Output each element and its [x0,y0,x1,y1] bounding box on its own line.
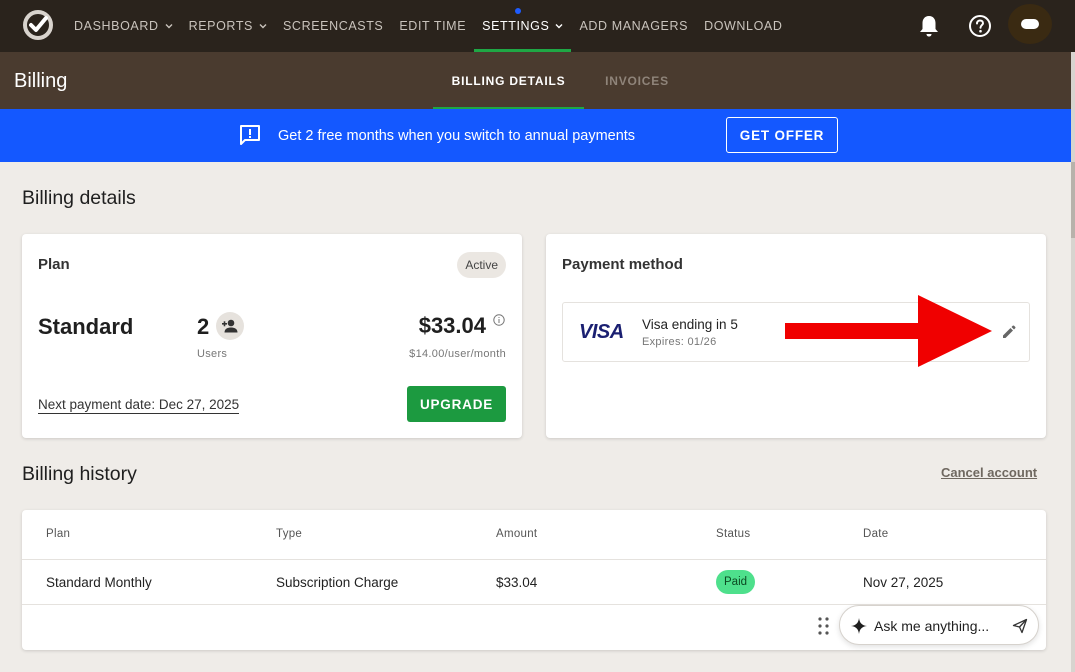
column-header-type: Type [276,528,303,540]
paid-badge: Paid [716,570,756,594]
plan-card: Plan Active Standard 2 Users $33.04 $14.… [22,234,522,438]
nav-dashboard[interactable]: DASHBOARD [66,0,181,52]
info-icon[interactable] [493,314,505,326]
nav-screencasts[interactable]: SCREENCASTS [275,0,391,52]
nav-reports-label: REPORTS [188,19,253,33]
ask-placeholder: Ask me anything... [874,618,990,634]
ask-assistant-input[interactable]: Ask me anything... [839,605,1039,645]
plan-card-label: Plan [38,256,70,273]
get-offer-button[interactable]: GET OFFER [726,117,838,153]
cell-plan: Standard Monthly [46,575,152,590]
send-icon[interactable] [1012,618,1028,634]
chevron-down-icon [555,24,563,29]
tab-billing-details[interactable]: BILLING DETAILS [433,52,584,109]
column-header-plan: Plan [46,528,71,540]
sparkle-icon [851,618,867,634]
page-title: Billing [14,70,68,92]
card-ending-digit: 5 [730,317,738,332]
top-navbar: DASHBOARD REPORTS SCREENCASTS EDIT TIME … [0,0,1075,52]
add-user-button[interactable] [216,312,244,340]
payment-method-label: Payment method [562,256,683,273]
column-header-date: Date [863,528,889,540]
divider [22,559,1046,560]
billing-history-title: Billing history [22,463,137,485]
card-expiry: Expires: 01/26 [642,336,717,348]
drag-handle-icon[interactable] [817,616,831,636]
nav-add-managers-label: ADD MANAGERS [579,19,689,33]
status-badge: Active [457,252,506,278]
notification-dot [514,8,521,14]
nav-settings[interactable]: SETTINGS [474,0,572,52]
add-user-icon [222,319,238,333]
cell-date: Nov 27, 2025 [863,575,944,590]
pencil-icon[interactable] [1001,324,1017,340]
help-icon[interactable] [968,14,992,38]
column-header-status: Status [716,528,751,540]
users-label: Users [197,348,228,360]
chevron-down-icon [259,24,267,29]
nav-download[interactable]: DOWNLOAD [696,0,790,52]
tab-invoices[interactable]: INVOICES [586,52,688,109]
column-header-amount: Amount [496,528,538,540]
nav-add-managers[interactable]: ADD MANAGERS [571,0,696,52]
visa-logo: VISA [579,321,624,343]
message-alert-icon [240,125,260,145]
nav-dashboard-label: DASHBOARD [74,19,159,33]
card-ending-text: Visa ending in 5 [642,317,738,332]
nav-download-label: DOWNLOAD [704,19,783,33]
plan-name: Standard [38,314,134,339]
nav-settings-label: SETTINGS [482,19,550,33]
cell-type: Subscription Charge [276,575,399,590]
red-arrow-annotation [785,295,992,367]
next-payment-date[interactable]: Next payment date: Dec 27, 2025 [38,397,240,414]
cancel-account-link[interactable]: Cancel account [941,465,1037,480]
upgrade-button[interactable]: UPGRADE [407,386,506,422]
card-ending-label: Visa ending in [642,317,727,332]
nav-edit-time-label: EDIT TIME [399,19,467,33]
scrollbar-thumb[interactable] [1071,162,1075,238]
scrollbar[interactable] [1071,52,1075,672]
promo-banner: Get 2 free months when you switch to ann… [0,109,1071,162]
plan-price: $33.04 [418,313,486,338]
price-per-user: $14.00/user/month [409,348,506,360]
nav-menu: DASHBOARD REPORTS SCREENCASTS EDIT TIME … [66,0,790,52]
bell-icon[interactable] [918,14,940,38]
logo-icon[interactable] [22,9,54,41]
billing-details-title: Billing details [22,187,136,209]
cell-amount: $33.04 [496,575,538,590]
avatar[interactable] [1008,4,1052,44]
users-count: 2 [197,314,210,339]
chevron-down-icon [165,24,173,29]
nav-screencasts-label: SCREENCASTS [283,19,384,33]
nav-edit-time[interactable]: EDIT TIME [391,0,474,52]
avatar-shape [1021,19,1039,29]
promo-text: Get 2 free months when you switch to ann… [278,128,636,144]
page-header: Billing BILLING DETAILS INVOICES [0,52,1075,109]
nav-reports[interactable]: REPORTS [181,0,275,52]
